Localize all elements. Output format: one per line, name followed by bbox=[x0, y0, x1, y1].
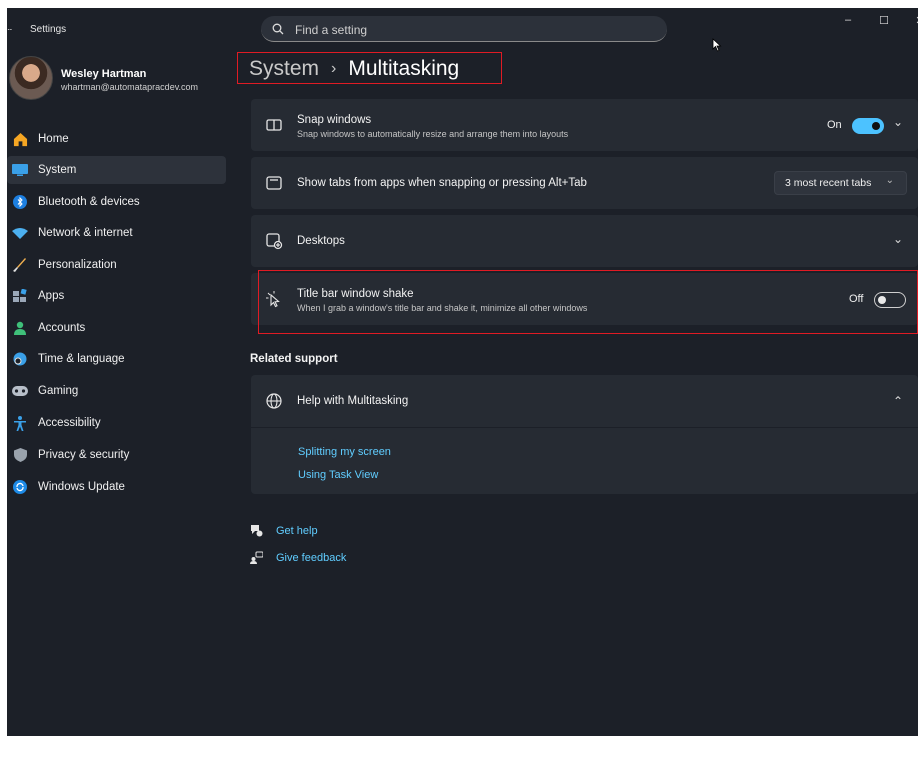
sidebar-item-accounts[interactable]: Accounts bbox=[7, 314, 226, 342]
close-button[interactable]: ✕ bbox=[905, 14, 918, 32]
alt-tab-icon bbox=[266, 176, 282, 190]
sidebar-item-time-language[interactable]: Time & language bbox=[7, 345, 226, 373]
controller-icon bbox=[12, 383, 28, 399]
sidebar-item-label: Bluetooth & devices bbox=[38, 196, 140, 208]
user-email: whartman@automatapracdev.com bbox=[61, 82, 199, 92]
chevron-down-icon: ⌄ bbox=[885, 175, 894, 186]
update-icon bbox=[12, 479, 28, 495]
sidebar-item-label: Gaming bbox=[38, 385, 79, 397]
help-multitasking-header[interactable]: Help with Multitasking ⌃ bbox=[251, 375, 918, 427]
sidebar-item-bluetooth[interactable]: Bluetooth & devices bbox=[7, 188, 226, 216]
chevron-down-icon[interactable]: ⌄ bbox=[893, 115, 903, 129]
sidebar-item-personalization[interactable]: Personalization bbox=[7, 251, 226, 279]
maximize-button[interactable]: ☐ bbox=[869, 14, 899, 32]
sidebar-item-label: Privacy & security bbox=[38, 449, 130, 461]
back-icon[interactable]: ⇠ bbox=[7, 23, 12, 36]
show-tabs-card: Show tabs from apps when snapping or pre… bbox=[251, 157, 918, 209]
shield-icon bbox=[12, 447, 28, 463]
home-icon bbox=[12, 131, 28, 147]
globe-help-icon bbox=[266, 393, 282, 409]
sidebar-item-label: Windows Update bbox=[38, 481, 125, 493]
sidebar-item-gaming[interactable]: Gaming bbox=[7, 377, 226, 405]
show-tabs-title: Show tabs from apps when snapping or pre… bbox=[297, 177, 587, 189]
window-title: Settings bbox=[30, 24, 67, 35]
desktops-title: Desktops bbox=[297, 235, 345, 247]
breadcrumb-highlight-box bbox=[237, 52, 502, 84]
sidebar-item-label: System bbox=[38, 164, 77, 176]
system-icon bbox=[12, 162, 28, 178]
bluetooth-icon bbox=[12, 194, 28, 210]
related-support-heading: Related support bbox=[250, 353, 338, 365]
chevron-down-icon[interactable]: ⌄ bbox=[893, 232, 903, 246]
recent-tabs-dropdown[interactable]: 3 most recent tabs ⌄ bbox=[774, 171, 907, 195]
sidebar-item-label: Time & language bbox=[38, 353, 125, 365]
sidebar-item-accessibility[interactable]: Accessibility bbox=[7, 409, 226, 437]
sidebar-item-network[interactable]: Network & internet bbox=[7, 219, 226, 247]
desktops-card[interactable]: Desktops ⌄ bbox=[251, 215, 918, 267]
help-multitasking-title: Help with Multitasking bbox=[297, 395, 409, 407]
accessibility-icon bbox=[12, 415, 28, 431]
sidebar-item-apps[interactable]: Apps bbox=[7, 282, 226, 310]
accounts-icon bbox=[12, 320, 28, 336]
snap-windows-state: On bbox=[827, 119, 842, 131]
link-task-view[interactable]: Using Task View bbox=[298, 469, 378, 481]
search-box[interactable] bbox=[261, 16, 667, 42]
snap-windows-title: Snap windows bbox=[297, 114, 372, 126]
sidebar-item-privacy-security[interactable]: Privacy & security bbox=[7, 441, 226, 469]
sidebar-item-label: Apps bbox=[38, 290, 65, 302]
chevron-up-icon[interactable]: ⌃ bbox=[893, 394, 903, 408]
shake-highlight-box bbox=[258, 270, 918, 334]
get-help-icon bbox=[251, 525, 263, 537]
get-help-link[interactable]: Get help bbox=[276, 525, 318, 537]
sidebar-item-label: Personalization bbox=[38, 259, 117, 271]
avatar[interactable] bbox=[9, 56, 53, 100]
search-icon bbox=[272, 23, 284, 35]
snap-windows-subtitle: Snap windows to automatically resize and… bbox=[297, 129, 569, 139]
user-name: Wesley Hartman bbox=[61, 68, 147, 80]
sidebar-item-label: Network & internet bbox=[38, 227, 133, 239]
wifi-icon bbox=[12, 225, 28, 241]
sidebar-item-label: Accounts bbox=[38, 322, 86, 334]
feedback-icon bbox=[250, 551, 263, 564]
sidebar-item-home[interactable]: Home bbox=[7, 125, 226, 153]
snap-windows-toggle[interactable] bbox=[852, 118, 884, 134]
minimize-button[interactable]: – bbox=[833, 14, 863, 32]
help-multitasking-body: Splitting my screen Using Task View bbox=[251, 428, 918, 494]
desktops-icon bbox=[266, 233, 283, 250]
settings-window: ⇠ Settings – ☐ ✕ Wesley Hartman whartman… bbox=[7, 8, 918, 736]
apps-icon bbox=[12, 288, 28, 304]
sidebar-item-label: Home bbox=[38, 133, 69, 145]
brush-icon bbox=[12, 257, 28, 273]
snap-windows-card[interactable]: Snap windows Snap windows to automatical… bbox=[251, 99, 918, 151]
globe-clock-icon bbox=[12, 351, 28, 367]
sidebar-item-label: Accessibility bbox=[38, 417, 101, 429]
give-feedback-link[interactable]: Give feedback bbox=[276, 552, 346, 564]
snap-layout-icon bbox=[266, 119, 282, 131]
recent-tabs-selected: 3 most recent tabs bbox=[785, 177, 872, 189]
mouse-cursor-icon bbox=[712, 38, 722, 52]
link-splitting-screen[interactable]: Splitting my screen bbox=[298, 446, 391, 458]
sidebar-item-system[interactable]: System bbox=[7, 156, 226, 184]
search-input[interactable] bbox=[293, 20, 657, 40]
sidebar-item-windows-update[interactable]: Windows Update bbox=[7, 473, 226, 501]
